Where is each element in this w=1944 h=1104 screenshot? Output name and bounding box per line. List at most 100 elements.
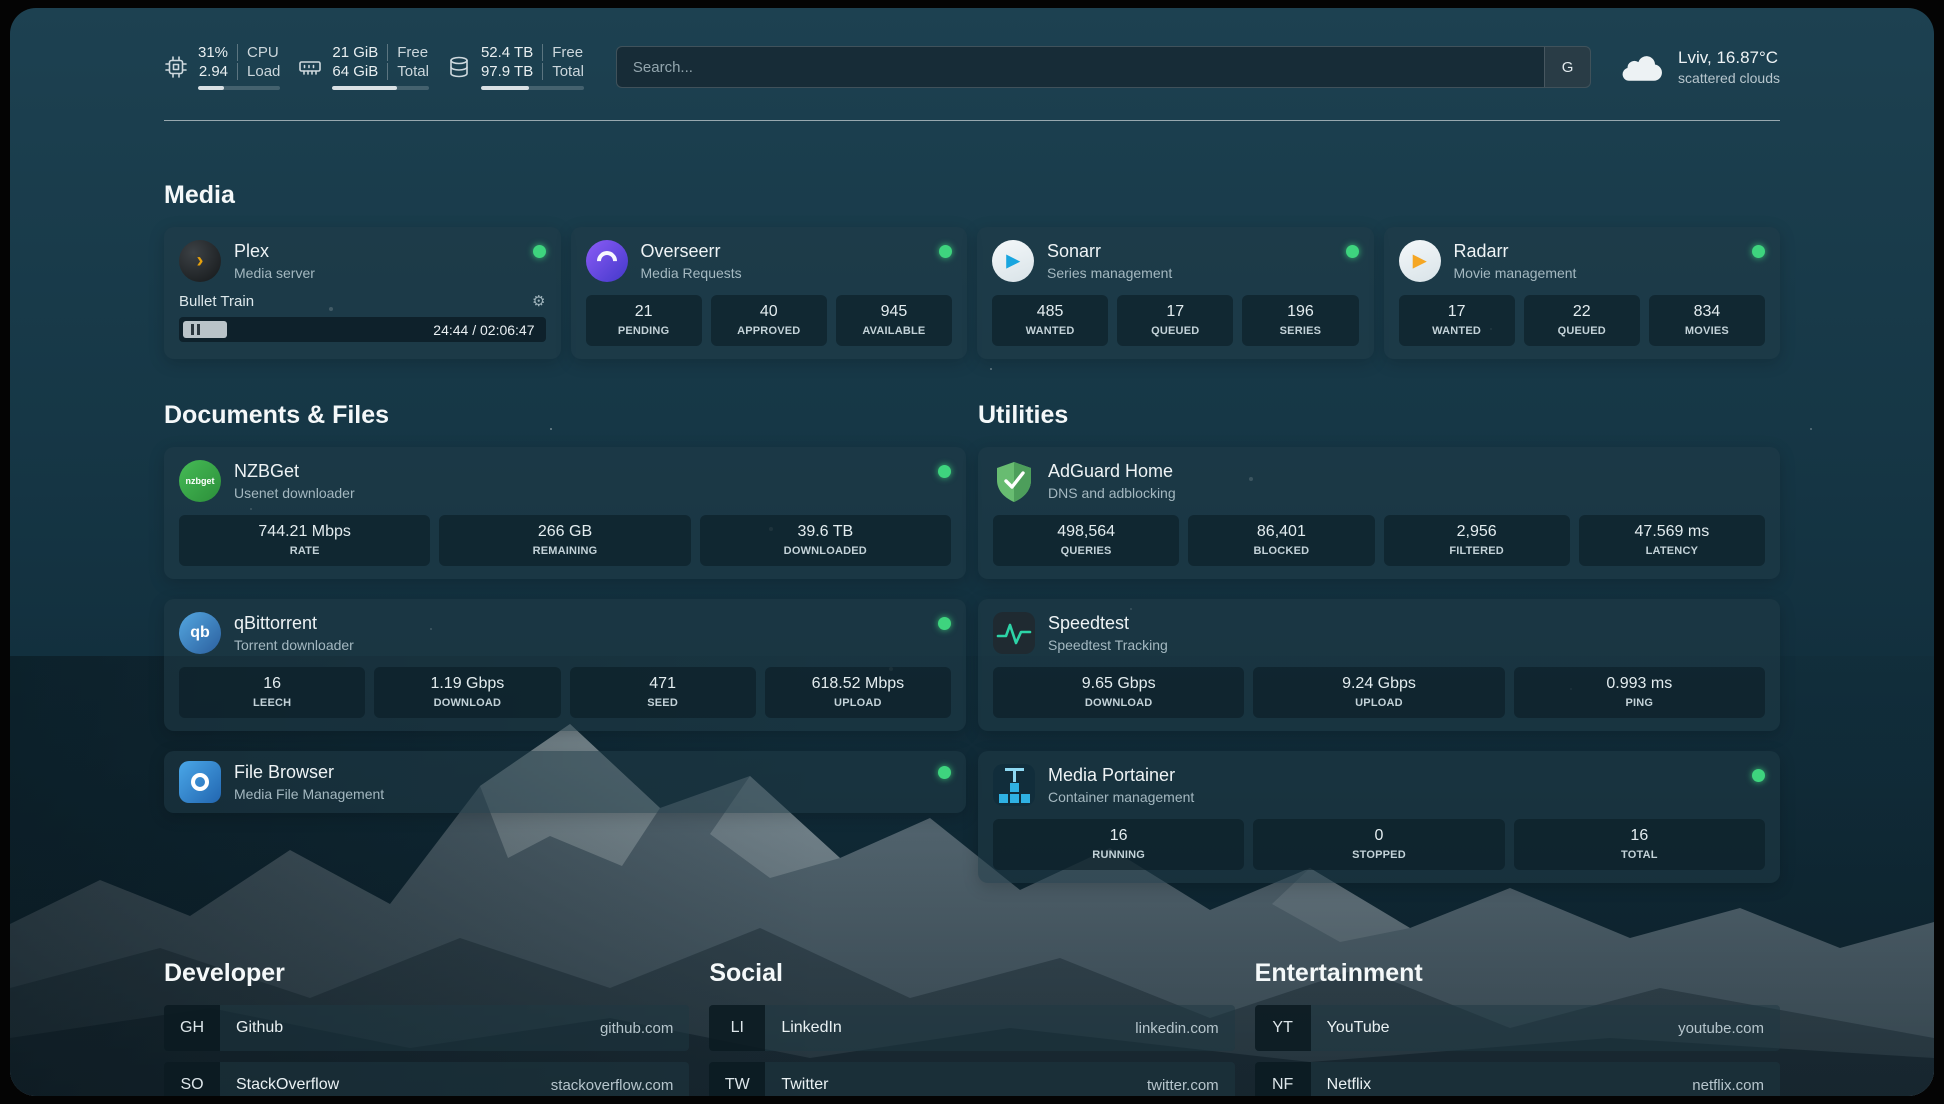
stat-label: LEECH <box>183 697 361 709</box>
stat-label: DOWNLOADED <box>704 545 947 557</box>
section-title-entertainment: Entertainment <box>1255 959 1780 988</box>
service-subtitle: Torrent downloader <box>234 637 354 653</box>
stat-label: RUNNING <box>997 849 1240 861</box>
section-media: Media › Plex Media server Bullet Train <box>164 181 1780 359</box>
disk-usage-bar <box>481 86 584 90</box>
stat-value: 21 <box>590 303 698 321</box>
dashboard: 31% CPU 2.94 Load 21 GiB Free 64 GiB <box>10 8 1934 1096</box>
stat-label: QUEUED <box>1528 325 1636 337</box>
stat-label: PENDING <box>590 325 698 337</box>
header-divider <box>164 120 1780 121</box>
bookmark-netflix[interactable]: NF Netflix netflix.com <box>1255 1062 1780 1096</box>
section-developer: Developer GH Github github.com SO StackO… <box>164 959 689 1096</box>
cpu-widget: 31% CPU 2.94 Load <box>164 44 280 90</box>
bookmark-domain: twitter.com <box>1147 1077 1219 1094</box>
netflix-abbr-icon: NF <box>1255 1062 1311 1096</box>
stat-value: 196 <box>1246 303 1354 321</box>
service-name: NZBGet <box>234 461 355 482</box>
stat-label: BLOCKED <box>1192 545 1370 557</box>
section-title-developer: Developer <box>164 959 689 988</box>
section-utilities: Utilities AdGuard Home DNS and <box>978 401 1780 903</box>
service-card-plex[interactable]: › Plex Media server Bullet Train ⚙ <box>164 227 561 359</box>
service-card-sonarr[interactable]: ▶ Sonarr Series management 485 WANTED <box>977 227 1374 359</box>
bookmark-stackoverflow[interactable]: SO StackOverflow stackoverflow.com <box>164 1062 689 1096</box>
portainer-icon <box>993 764 1035 806</box>
stat-download: 1.19 Gbps DOWNLOAD <box>374 667 560 718</box>
top-bar: 31% CPU 2.94 Load 21 GiB Free 64 GiB <box>164 8 1780 90</box>
bookmark-youtube[interactable]: YT YouTube youtube.com <box>1255 1005 1780 1051</box>
stat-value: 2,956 <box>1388 523 1566 541</box>
twitter-abbr-icon: TW <box>709 1062 765 1096</box>
memory-widget: 21 GiB Free 64 GiB Total <box>298 44 429 90</box>
service-card-filebrowser[interactable]: File Browser Media File Management <box>164 751 966 813</box>
stat-label: REMAINING <box>443 545 686 557</box>
now-playing-settings-icon[interactable]: ⚙ <box>532 292 545 310</box>
stat-available: 945 AVAILABLE <box>836 295 952 346</box>
search-input[interactable] <box>617 47 1544 87</box>
pause-button[interactable] <box>183 321 227 338</box>
stat-label: MOVIES <box>1653 325 1761 337</box>
cpu-usage-label: CPU <box>237 44 280 61</box>
section-title-documents: Documents & Files <box>164 401 966 430</box>
service-card-nzbget[interactable]: nzbget NZBGet Usenet downloader 744.21 M… <box>164 447 966 579</box>
filebrowser-icon <box>179 761 221 803</box>
cpu-load-label: Load <box>237 63 280 80</box>
cpu-usage-bar <box>198 86 280 90</box>
plex-icon: › <box>179 240 221 282</box>
memory-free-label: Free <box>387 44 429 61</box>
stat-value: 16 <box>183 675 361 693</box>
service-card-portainer[interactable]: Media Portainer Container management 16 … <box>978 751 1780 883</box>
stat-label: STOPPED <box>1257 849 1500 861</box>
snow-specks <box>10 8 12 10</box>
stat-filtered: 2,956 FILTERED <box>1384 515 1570 566</box>
service-subtitle: Media Requests <box>641 265 742 281</box>
bookmark-twitter[interactable]: TW Twitter twitter.com <box>709 1062 1234 1096</box>
service-card-qbittorrent[interactable]: qb qBittorrent Torrent downloader 16 LEE… <box>164 599 966 731</box>
stat-label: DOWNLOAD <box>997 697 1240 709</box>
service-card-radarr[interactable]: ▶ Radarr Movie management 17 WANTED <box>1384 227 1781 359</box>
bookmark-linkedin[interactable]: LI LinkedIn linkedin.com <box>709 1005 1234 1051</box>
service-card-overseerr[interactable]: Overseerr Media Requests 21 PENDING 40 A… <box>571 227 968 359</box>
pause-icon <box>191 324 200 335</box>
service-card-adguard[interactable]: AdGuard Home DNS and adblocking 498,564 … <box>978 447 1780 579</box>
service-subtitle: Container management <box>1048 789 1194 805</box>
disk-icon <box>447 55 471 79</box>
memory-total-label: Total <box>387 63 429 80</box>
stat-value: 86,401 <box>1192 523 1370 541</box>
stat-value: 266 GB <box>443 523 686 541</box>
stat-value: 485 <box>996 303 1104 321</box>
stat-total: 16 TOTAL <box>1514 819 1765 870</box>
stat-value: 9.24 Gbps <box>1257 675 1500 693</box>
stat-label: SERIES <box>1246 325 1354 337</box>
stat-value: 618.52 Mbps <box>769 675 947 693</box>
bookmark-github[interactable]: GH Github github.com <box>164 1005 689 1051</box>
service-name: qBittorrent <box>234 613 354 634</box>
stat-label: FILTERED <box>1388 545 1566 557</box>
stat-remaining: 266 GB REMAINING <box>439 515 690 566</box>
status-indicator <box>1346 245 1359 258</box>
disk-free-value: 52.4 TB <box>481 44 542 61</box>
search-provider-button[interactable]: G <box>1544 47 1590 87</box>
stat-seed: 471 SEED <box>570 667 756 718</box>
stat-wanted: 17 WANTED <box>1399 295 1515 346</box>
stat-downloaded: 39.6 TB DOWNLOADED <box>700 515 951 566</box>
stat-stopped: 0 STOPPED <box>1253 819 1504 870</box>
section-documents: Documents & Files nzbget NZBGet Usenet d… <box>164 401 966 833</box>
weather-widget[interactable]: Lviv, 16.87°C scattered clouds <box>1619 48 1780 86</box>
bookmark-name: YouTube <box>1327 1019 1390 1037</box>
service-name: Plex <box>234 241 315 262</box>
qbittorrent-icon: qb <box>179 612 221 654</box>
status-indicator <box>938 465 951 478</box>
stat-series: 196 SERIES <box>1242 295 1358 346</box>
playback-progress-bar: 24:44 / 02:06:47 <box>179 317 546 342</box>
section-title-utilities: Utilities <box>978 401 1780 430</box>
stat-value: 17 <box>1403 303 1511 321</box>
youtube-abbr-icon: YT <box>1255 1005 1311 1051</box>
stat-value: 16 <box>1518 827 1761 845</box>
service-subtitle: Speedtest Tracking <box>1048 637 1168 653</box>
sonarr-icon: ▶ <box>992 240 1034 282</box>
stat-queued: 22 QUEUED <box>1524 295 1640 346</box>
stat-value: 471 <box>574 675 752 693</box>
service-card-speedtest[interactable]: Speedtest Speedtest Tracking 9.65 Gbps D… <box>978 599 1780 731</box>
service-subtitle: DNS and adblocking <box>1048 485 1176 501</box>
